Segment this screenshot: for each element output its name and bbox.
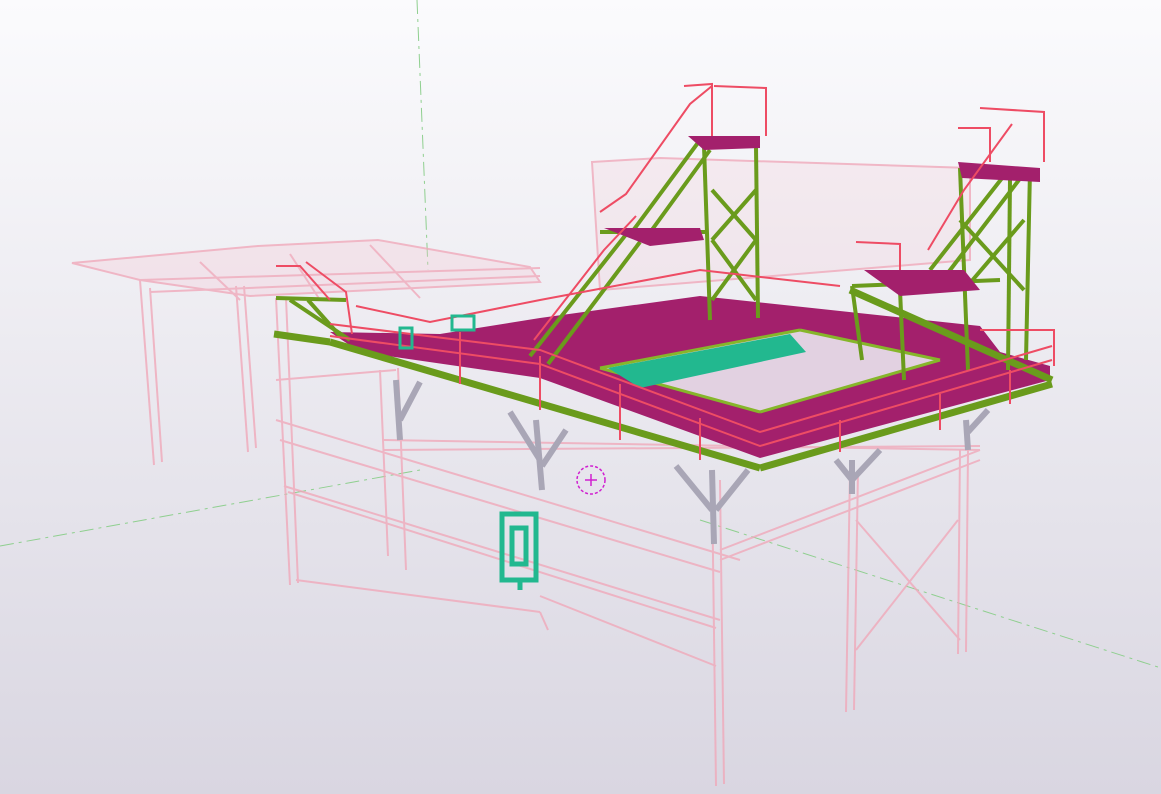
viewport-background: [0, 0, 1161, 794]
model-3d-viewport[interactable]: [0, 0, 1161, 794]
